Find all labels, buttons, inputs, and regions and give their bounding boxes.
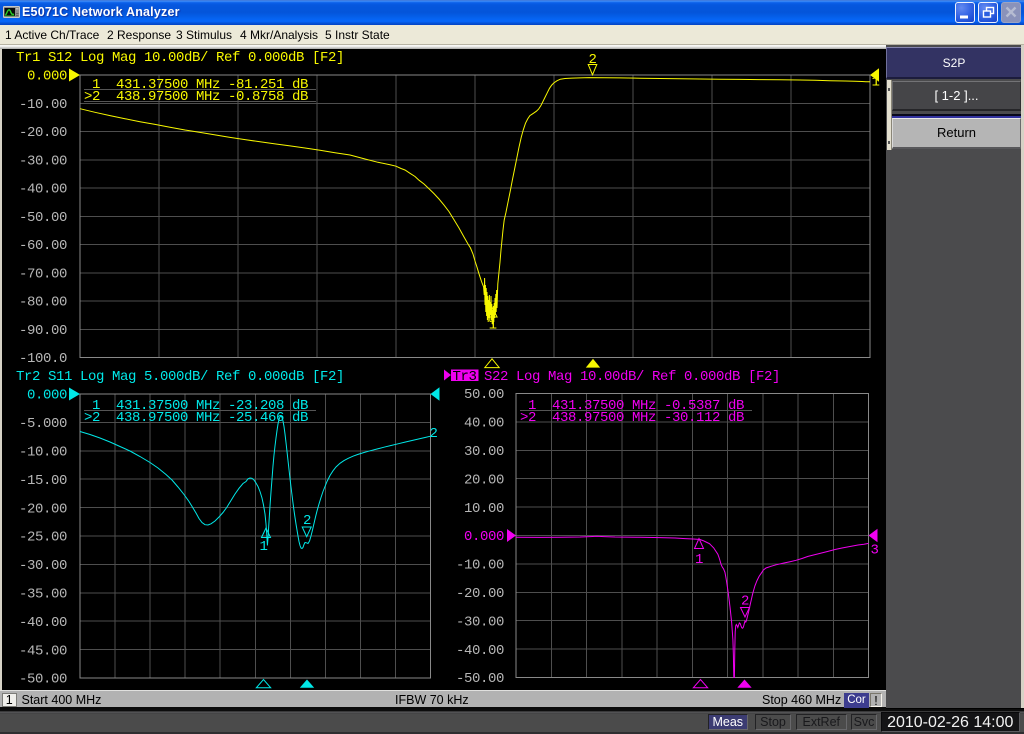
svg-text:Tr1 S12 Log Mag 10.00dB/ Ref 0: Tr1 S12 Log Mag 10.00dB/ Ref 0.000dB [F2… [16,50,344,66]
svg-text:-50.00: -50.00 [19,210,67,226]
svg-text:-45.00: -45.00 [19,643,67,659]
svg-text:10.00: 10.00 [464,501,504,517]
svg-text:>2 438.97500 MHz -30.112 dB: >2 438.97500 MHz -30.112 dB [520,410,744,426]
svg-text:-10.00: -10.00 [19,97,67,113]
svg-text:>2 438.97500 MHz -0.8758 dB: >2 438.97500 MHz -0.8758 dB [84,89,308,105]
svg-text:2: 2 [430,426,438,442]
svg-text:-35.00: -35.00 [19,587,67,603]
svg-text:-90.00: -90.00 [19,323,67,339]
svg-text:1: 1 [695,552,703,568]
svg-text:-50.00: -50.00 [456,671,504,687]
svg-text:-20.00: -20.00 [456,586,504,602]
svg-text:-20.00: -20.00 [19,501,67,517]
svg-text:-100.0: -100.0 [19,351,67,367]
svg-text:-10.00: -10.00 [456,558,504,574]
svg-text:-5.000: -5.000 [19,416,67,432]
svg-text:0.000: 0.000 [464,529,504,545]
svg-text:Tr3: Tr3 [453,369,477,385]
svg-text:3: 3 [871,543,879,559]
svg-text:2: 2 [589,52,597,68]
svg-text:20.00: 20.00 [464,472,504,488]
svg-text:-15.00: -15.00 [19,473,67,489]
svg-text:0.000: 0.000 [27,69,67,85]
svg-text:-70.00: -70.00 [19,266,67,282]
svg-text:-40.00: -40.00 [456,643,504,659]
svg-text:-60.00: -60.00 [19,238,67,254]
svg-text:-80.00: -80.00 [19,295,67,311]
svg-text:-10.00: -10.00 [19,445,67,461]
svg-text:1: 1 [260,539,268,555]
svg-text:0.000: 0.000 [27,388,67,404]
svg-text:>2 438.97500 MHz -25.466 dB: >2 438.97500 MHz -25.466 dB [84,410,308,426]
svg-text:-40.00: -40.00 [19,615,67,631]
svg-text:-40.00: -40.00 [19,182,67,198]
svg-text:-20.00: -20.00 [19,125,67,141]
svg-text:1: 1 [489,318,497,334]
svg-text:30.00: 30.00 [464,444,504,460]
svg-text:-30.00: -30.00 [19,558,67,574]
svg-text:50.00: 50.00 [464,387,504,403]
svg-text:S22 Log Mag 10.00dB/ Ref 0.000: S22 Log Mag 10.00dB/ Ref 0.000dB [F2] [484,369,780,385]
svg-text:Tr2 S11 Log Mag 5.000dB/ Ref 0: Tr2 S11 Log Mag 5.000dB/ Ref 0.000dB [F2… [16,369,344,385]
svg-text:-30.00: -30.00 [19,153,67,169]
svg-text:-30.00: -30.00 [456,614,504,630]
svg-text:-50.00: -50.00 [19,672,67,688]
svg-text:40.00: 40.00 [464,416,504,432]
svg-text:1: 1 [872,75,880,91]
svg-text:-25.00: -25.00 [19,530,67,546]
